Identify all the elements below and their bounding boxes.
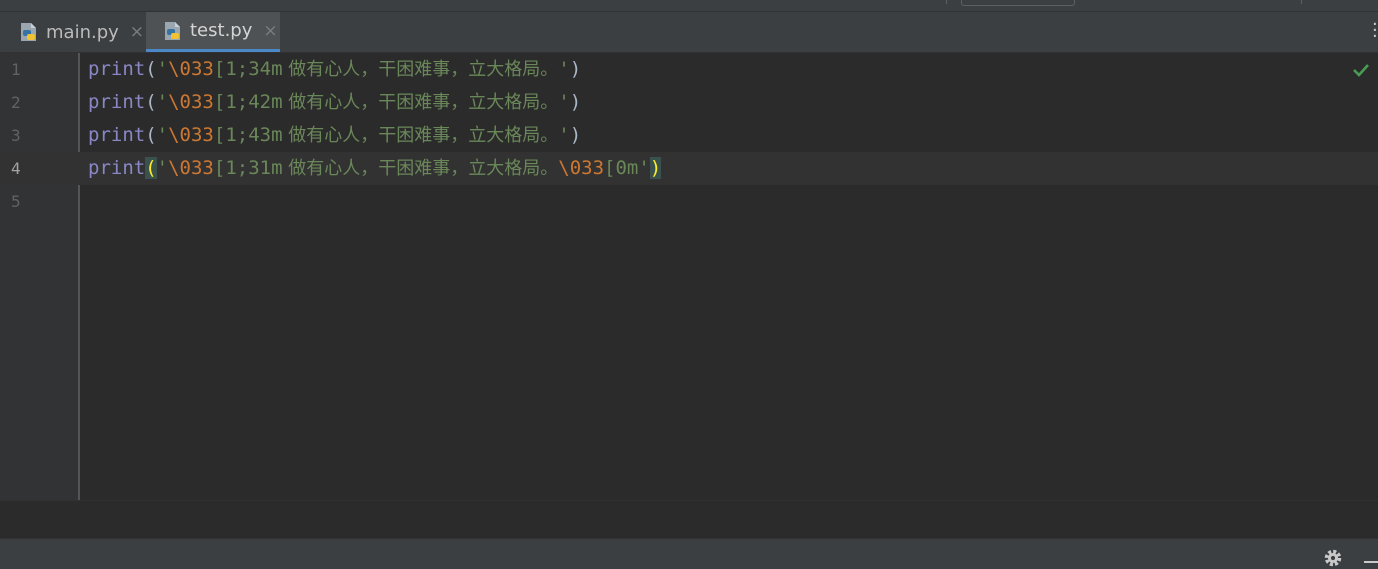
line-number: 1 <box>11 60 21 79</box>
close-icon[interactable]: × <box>130 22 144 42</box>
function-name: print <box>88 124 146 146</box>
tab-label: test.py <box>190 20 253 41</box>
checkmark-icon[interactable] <box>1352 61 1370 79</box>
escape-sequence: \033 <box>168 91 214 113</box>
close-icon[interactable]: × <box>263 21 277 41</box>
string-text: 做有心人，干困难事，立大格局。 <box>282 125 559 146</box>
escape-sequence: \033 <box>168 124 214 146</box>
toolbar-divider <box>1301 0 1302 4</box>
string-quote: ' <box>156 58 169 80</box>
python-file-icon <box>21 23 36 41</box>
escape-sequence: \033 <box>168 58 214 80</box>
code-line[interactable]: 4 print('\033[1;31m 做有心人，干困难事，立大格局。\033[0… <box>0 152 1378 185</box>
close-paren: ) <box>569 91 582 113</box>
line-number: 5 <box>11 192 21 211</box>
ansi-code: [1;43m <box>213 124 283 146</box>
toolbar-control[interactable] <box>961 0 1075 6</box>
escape-sequence: \033 <box>558 157 605 179</box>
close-paren: ) <box>569 124 582 146</box>
window-top-strip <box>0 0 1378 12</box>
function-name: print <box>88 58 146 80</box>
code-text: print('\033[1;42m 做有心人，干困难事，立大格局。') <box>88 86 581 119</box>
status-bar <box>0 538 1378 569</box>
open-paren: ( <box>145 58 157 80</box>
more-options-icon[interactable]: · · · <box>1372 16 1378 46</box>
python-file-icon <box>165 21 180 40</box>
tab-main-py[interactable]: main.py × <box>18 12 144 52</box>
open-paren: ( <box>145 157 157 179</box>
string-text: 做有心人，干困难事，立大格局。 <box>282 92 559 113</box>
tab-label: main.py <box>46 21 119 43</box>
ansi-code: [1;31m <box>213 157 283 179</box>
open-paren: ( <box>145 124 157 146</box>
code-line[interactable]: 1 print('\033[1;34m 做有心人，干困难事，立大格局。') <box>0 53 1378 86</box>
code-text: print('\033[1;34m 做有心人，干困难事，立大格局。') <box>88 53 581 86</box>
tab-test-py[interactable]: test.py × <box>146 12 280 52</box>
gear-icon[interactable] <box>1322 547 1344 569</box>
code-line[interactable]: 3 print('\033[1;43m 做有心人，干困难事，立大格局。') <box>0 119 1378 152</box>
ansi-code: [0m <box>604 157 639 179</box>
open-paren: ( <box>145 91 157 113</box>
string-quote: ' <box>558 124 570 146</box>
function-name: print <box>88 157 146 179</box>
editor-tab-bar: main.py × test.py × · · · <box>0 12 1378 53</box>
minimize-icon[interactable] <box>1364 561 1378 563</box>
toolbar-divider <box>946 0 947 4</box>
code-text: print('\033[1;31m 做有心人，干困难事，立大格局。\033[0m… <box>88 152 662 185</box>
string-quote: ' <box>558 58 570 80</box>
string-quote: ' <box>638 157 650 179</box>
string-quote: ' <box>156 91 169 113</box>
code-line[interactable]: 2 print('\033[1;42m 做有心人，干困难事，立大格局。') <box>0 86 1378 119</box>
escape-sequence: \033 <box>168 157 214 179</box>
close-paren: ) <box>569 58 582 80</box>
ansi-code: [1;42m <box>213 91 283 113</box>
line-number: 3 <box>11 126 21 145</box>
string-text: 做有心人，干困难事，立大格局。 <box>282 59 559 80</box>
string-quote: ' <box>156 124 169 146</box>
string-quote: ' <box>558 91 570 113</box>
close-paren: ) <box>649 157 662 179</box>
string-text: 做有心人，干困难事，立大格局。 <box>282 158 559 179</box>
code-line[interactable]: 5 <box>0 185 1378 218</box>
code-editor[interactable]: 1 print('\033[1;34m 做有心人，干困难事，立大格局。') 2 pri… <box>0 53 1378 500</box>
editor-bottom-strip <box>0 500 1378 539</box>
ansi-code: [1;34m <box>213 58 283 80</box>
line-number: 2 <box>11 93 21 112</box>
string-quote: ' <box>156 157 169 179</box>
function-name: print <box>88 91 146 113</box>
code-text: print('\033[1;43m 做有心人，干困难事，立大格局。') <box>88 119 581 152</box>
line-number: 4 <box>11 159 21 178</box>
